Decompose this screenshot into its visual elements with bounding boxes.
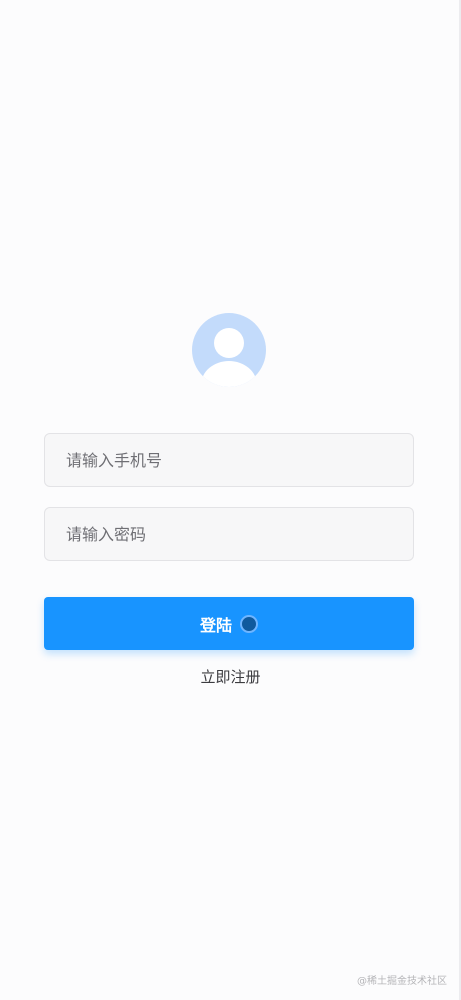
login-button-label: 登陆 bbox=[199, 615, 232, 635]
watermark: @稀土掘金技术社区 bbox=[357, 976, 447, 987]
avatar bbox=[192, 313, 266, 387]
phone-input[interactable] bbox=[44, 433, 414, 487]
touch-cursor-icon bbox=[240, 614, 258, 633]
password-input[interactable] bbox=[44, 507, 414, 561]
user-icon bbox=[201, 328, 257, 387]
login-button[interactable]: 登陆 bbox=[44, 597, 414, 650]
register-link[interactable]: 立即注册 bbox=[0, 666, 461, 687]
